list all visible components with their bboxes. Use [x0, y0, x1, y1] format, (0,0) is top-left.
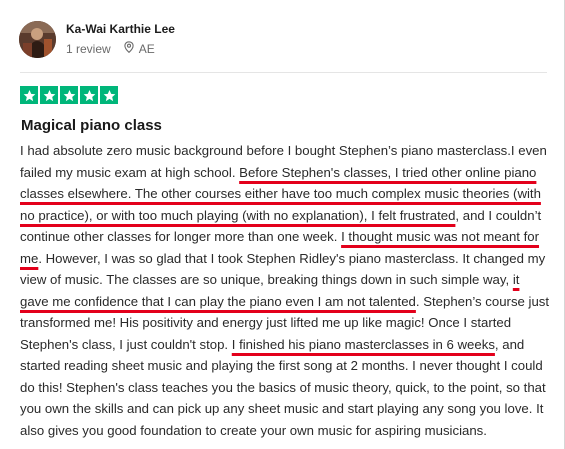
review-text-segment: . However, I was so glad that I took Ste… — [20, 250, 546, 288]
star-icon — [20, 86, 38, 104]
review-text: I had absolute zero music background bef… — [20, 140, 550, 441]
star-rating — [20, 86, 118, 104]
star-icon — [60, 86, 78, 104]
location: AE — [138, 41, 155, 56]
author-name[interactable]: Ka-Wai Karthie Lee — [66, 22, 175, 36]
divider — [20, 72, 547, 73]
star-icon — [100, 86, 118, 104]
star-icon — [40, 86, 58, 104]
review-body: I had absolute zero music background bef… — [20, 140, 550, 441]
star-icon — [80, 86, 98, 104]
highlighted-phrase: I finished his piano masterclasses in 6 … — [231, 336, 495, 352]
avatar[interactable] — [19, 21, 56, 58]
location-pin-icon — [124, 41, 134, 56]
author-meta: 1 review AE — [66, 41, 155, 56]
review-title[interactable]: Magical piano class — [21, 117, 162, 134]
review-count: 1 review — [66, 41, 111, 56]
